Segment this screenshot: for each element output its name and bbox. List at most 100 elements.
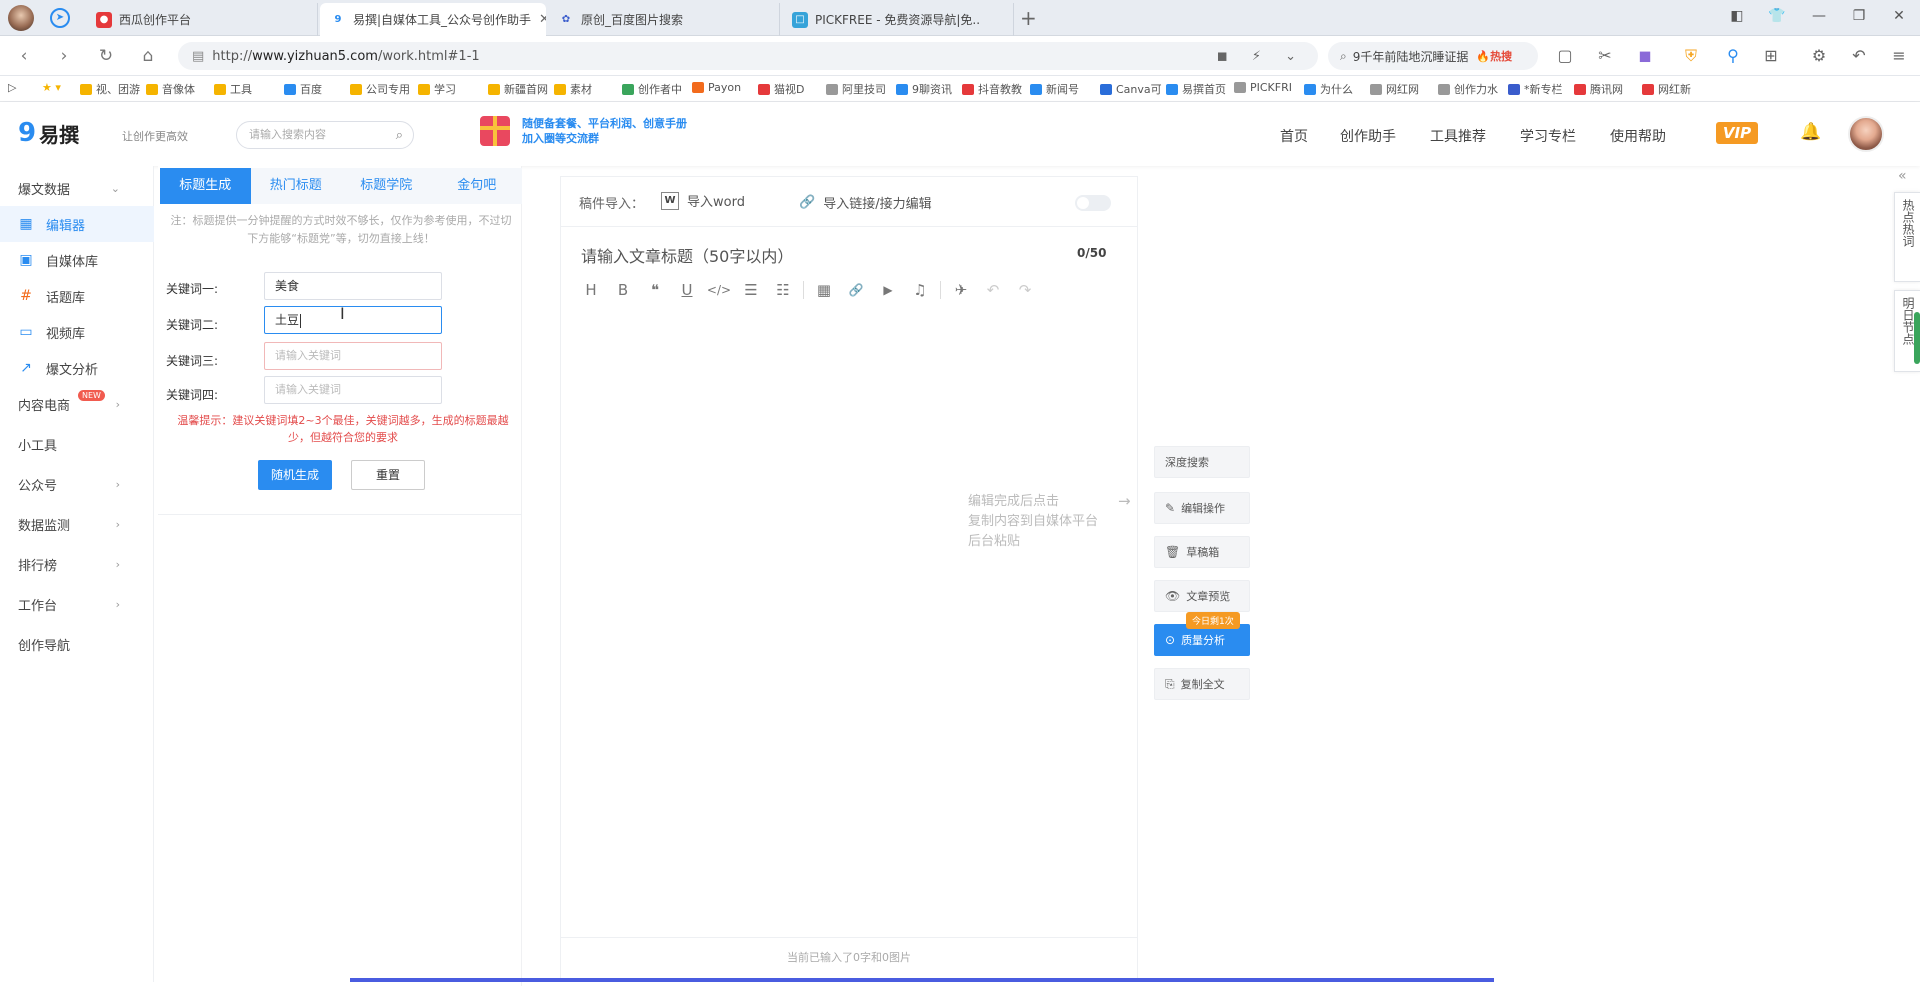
sidebar-toggle-icon[interactable]: ▷	[8, 81, 16, 94]
sidebar-item[interactable]: ↗ 爆文分析	[0, 350, 154, 386]
sidebar-item[interactable]: 工作台 ›	[0, 586, 154, 622]
heading-icon[interactable]: H	[575, 281, 607, 299]
bookmark-item[interactable]: 易撰首页	[1166, 81, 1226, 97]
tab-title-generate[interactable]: 标题生成	[160, 168, 251, 204]
undo-icon[interactable]: ↶	[1848, 46, 1870, 65]
keyword-2-input[interactable]: 土豆	[264, 306, 442, 334]
import-toggle[interactable]	[1075, 195, 1111, 211]
grid-icon[interactable]: ⊞	[1760, 46, 1782, 65]
drafts-button[interactable]: 🗑 草稿箱	[1154, 536, 1250, 568]
sidebar-item[interactable]: 数据监测 ›	[0, 506, 154, 542]
search-icon[interactable]: ⌕	[396, 123, 403, 149]
import-word-button[interactable]: W 导入word	[661, 191, 745, 210]
article-preview-button[interactable]: 👁 文章预览	[1154, 580, 1250, 612]
bookmark-item[interactable]: 网红网	[1370, 81, 1419, 97]
hot-words-tab[interactable]: 热点热词	[1894, 192, 1920, 282]
sidebar-item[interactable]: 爆文数据 ⌄	[0, 170, 154, 206]
bookmark-item[interactable]: 网红新	[1642, 81, 1691, 97]
profile-avatar[interactable]	[8, 5, 34, 31]
quote-icon[interactable]: ❝	[639, 281, 671, 299]
shield-extension-icon[interactable]: ⛨	[1680, 46, 1702, 66]
vip-button[interactable]: VIP	[1716, 122, 1758, 144]
sidebar-item[interactable]: 公众号 ›	[0, 466, 154, 502]
keyword-3-input[interactable]: 请输入关键词	[264, 342, 442, 370]
collapse-icon[interactable]: «	[1898, 168, 1907, 184]
bookmark-item[interactable]: 腾讯网	[1574, 81, 1623, 97]
tab-hot-titles[interactable]: 热门标题	[251, 168, 342, 204]
nav-creation-assistant[interactable]: 创作助手	[1340, 126, 1396, 146]
bookmark-item[interactable]: 抖音教教	[962, 81, 1022, 97]
random-generate-button[interactable]: 随机生成	[258, 460, 332, 490]
back-icon[interactable]: ‹	[12, 44, 36, 68]
sidebar-item[interactable]: 排行榜 ›	[0, 546, 154, 582]
extension-icons[interactable]: ◼ ⚡ ⌄	[1217, 49, 1306, 64]
undo-icon[interactable]: ↶	[977, 281, 1009, 299]
bookmark-item[interactable]: Canva可	[1100, 81, 1162, 97]
sidebar-item[interactable]: 小工具	[0, 426, 154, 462]
reset-button[interactable]: 重置	[351, 460, 425, 490]
settings-gear-icon[interactable]: ⚙	[1808, 46, 1830, 65]
nav-help[interactable]: 使用帮助	[1610, 126, 1666, 146]
promo-banner[interactable]: 随便备套餐、平台利润、创意手册 加入圈等交流群	[480, 116, 687, 146]
forward-icon[interactable]: ›	[52, 44, 76, 68]
video-icon[interactable]: ▶	[872, 283, 904, 297]
browser-home-icon[interactable]: ➤	[50, 8, 70, 28]
bookmark-item[interactable]: 视、团游	[80, 81, 140, 97]
shirt-icon[interactable]: 👕	[1766, 8, 1788, 24]
copy-all-button[interactable]: ⎘ 复制全文	[1154, 668, 1250, 700]
deep-search-button[interactable]: 深度搜索	[1154, 446, 1250, 478]
ordered-list-icon[interactable]: ☰	[735, 281, 767, 299]
reload-icon[interactable]: ↻	[94, 44, 118, 68]
tab-baidu-image[interactable]: ✿ 原创_百度图片搜索	[548, 3, 780, 36]
magnifier-icon[interactable]: ⚲	[1722, 46, 1744, 65]
image-icon[interactable]: ▦	[808, 281, 840, 299]
scissors-icon[interactable]: ✂	[1594, 46, 1616, 65]
link-icon[interactable]: 🔗	[840, 283, 872, 297]
keyword-4-input[interactable]: 请输入关键词	[264, 376, 442, 404]
bookmark-item[interactable]: 阿里技司	[826, 81, 886, 97]
audio-icon[interactable]: ♫	[904, 281, 936, 299]
tab-title-academy[interactable]: 标题学院	[341, 168, 432, 204]
yizhuan-logo[interactable]: 9 易撰	[18, 118, 79, 148]
star-icon[interactable]: ★ ▾	[42, 81, 61, 94]
bookmark-item[interactable]: 新闻号	[1030, 81, 1079, 97]
extension-purple-icon[interactable]: ◼	[1634, 46, 1656, 65]
bell-icon[interactable]: 🔔	[1800, 122, 1821, 142]
sidebar-item[interactable]: ▣ 自媒体库	[0, 242, 154, 278]
bookmark-item[interactable]: 创作力水	[1438, 81, 1498, 97]
bookmark-item[interactable]: 9聊资讯	[896, 81, 952, 97]
user-avatar[interactable]	[1848, 116, 1884, 152]
keyword-1-input[interactable]: 美食	[264, 272, 442, 300]
new-tab-button[interactable]: +	[1020, 6, 1037, 30]
bookmark-item[interactable]: 工具	[214, 81, 252, 97]
bookmark-item[interactable]: 百度	[284, 81, 322, 97]
nav-learning-column[interactable]: 学习专栏	[1520, 126, 1576, 146]
sidebar-item[interactable]: 内容电商 › NEW	[0, 386, 154, 422]
url-bar[interactable]: ▤ http://www.yizhuan5.com/work.html#1-1 …	[178, 42, 1318, 70]
tab-xigua[interactable]: ● 西瓜创作平台	[86, 3, 318, 36]
bookmark-item[interactable]: Payon	[692, 81, 741, 94]
article-title-input[interactable]: 请输入文章标题（50字以内）	[581, 243, 793, 267]
browser-search-box[interactable]: ⌕ 9千年前陆地沉睡证据 🔥热搜	[1328, 42, 1538, 70]
tab-list-icon[interactable]: ◧	[1726, 8, 1748, 24]
screenshot-icon[interactable]: ▢	[1554, 46, 1576, 65]
bookmark-item[interactable]: 为什么	[1304, 81, 1353, 97]
redo-icon[interactable]: ↷	[1009, 281, 1041, 299]
underline-icon[interactable]: U	[671, 281, 703, 299]
tab-yizhuan[interactable]: 9 易撰|自媒体工具_公众号创作助手 ✕	[320, 3, 546, 36]
bookmark-item[interactable]: 音像体	[146, 81, 195, 97]
import-link-button[interactable]: 🔗 导入链接/接力编辑	[799, 193, 932, 212]
tab-pickfree[interactable]: □ PICKFREE - 免费资源导航|免..	[782, 3, 1014, 36]
bookmark-item[interactable]: 学习	[418, 81, 456, 97]
sidebar-item[interactable]: # 话题库	[0, 278, 154, 314]
bookmark-item[interactable]: 新疆首网	[488, 81, 548, 97]
code-icon[interactable]: </>	[703, 283, 735, 297]
home-icon[interactable]: ⌂	[136, 44, 160, 68]
nav-home[interactable]: 首页	[1280, 126, 1308, 146]
close-tab-icon[interactable]: ✕	[531, 12, 546, 27]
close-window-icon[interactable]: ✕	[1888, 8, 1910, 24]
scroll-handle[interactable]	[1914, 312, 1920, 364]
sidebar-item[interactable]: ▦ 编辑器	[0, 206, 154, 242]
bookmark-item[interactable]: 猫视D	[758, 81, 804, 97]
sidebar-item[interactable]: 创作导航	[0, 626, 154, 662]
